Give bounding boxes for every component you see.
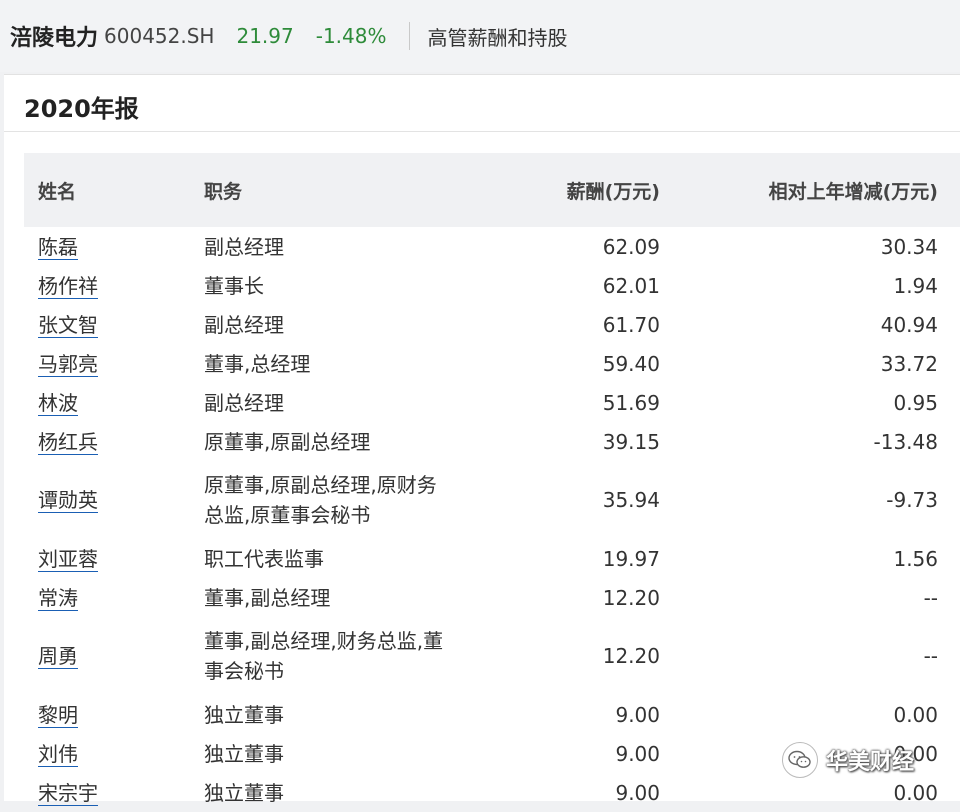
executive-pay-change: 30.34 [880, 234, 938, 259]
executive-name-link[interactable]: 杨红兵 [38, 429, 98, 455]
executive-pay: 39.15 [602, 429, 660, 454]
executive-name-link[interactable]: 谭勋英 [38, 488, 98, 513]
executive-position: 副总经理 [204, 234, 284, 259]
report-divider [4, 131, 960, 132]
table-row: 黎明 独立董事 9.00 0.00 [24, 695, 960, 734]
executive-name-link[interactable]: 杨作祥 [38, 273, 98, 299]
executive-name-link[interactable]: 张文智 [38, 312, 98, 338]
table-row: 陈磊 副总经理 62.09 30.34 [24, 227, 960, 266]
executive-pay: 62.09 [602, 234, 660, 259]
executive-name-link[interactable]: 马郭亮 [38, 351, 98, 377]
table-header-row: 姓名 职务 薪酬(万元) 相对上年增减(万元) [24, 153, 960, 227]
column-header-name: 姓名 [24, 153, 204, 227]
executive-pay: 61.70 [602, 312, 660, 337]
executive-position: 原董事,原副总经理,原财务总监,原董事会秘书 [204, 473, 437, 527]
table-row: 常涛 董事,副总经理 12.20 -- [24, 578, 960, 617]
table-row: 杨作祥 董事长 62.01 1.94 [24, 266, 960, 305]
executive-position: 董事,副总经理,财务总监,董事会秘书 [204, 629, 444, 683]
stock-code: 600452.SH [104, 24, 215, 48]
executive-pay-change: -13.48 [873, 429, 938, 454]
executive-pay-table: 姓名 职务 薪酬(万元) 相对上年增减(万元) 陈磊 副总经理 62.09 30… [24, 153, 960, 812]
report-panel: 2020年报 姓名 职务 薪酬(万元) 相对上年增减(万元) 陈磊 副总经理 6… [4, 74, 960, 806]
executive-pay-change: 0.00 [893, 702, 938, 727]
executive-pay: 59.40 [602, 351, 660, 376]
watermark-text: 华美财经 [826, 750, 915, 775]
executive-pay: 51.69 [602, 390, 660, 415]
executive-name-link[interactable]: 林波 [38, 390, 78, 416]
stock-price: 21.97 [236, 24, 294, 48]
executive-name-link[interactable]: 刘亚蓉 [38, 546, 98, 572]
column-header-position: 职务 [204, 153, 464, 227]
executive-position: 副总经理 [204, 312, 284, 337]
table-row: 谭勋英 原董事,原副总经理,原财务总监,原董事会秘书 35.94 -9.73 [24, 461, 960, 539]
executive-name-link[interactable]: 刘伟 [38, 741, 78, 767]
stock-header: 涪陵电力 600452.SH 21.97 -1.48% 高管薪酬和持股 [0, 0, 960, 72]
executive-pay: 12.20 [602, 644, 660, 668]
watermark: 华美财经 [782, 740, 960, 780]
table-row: 周勇 董事,副总经理,财务总监,董事会秘书 12.20 -- [24, 617, 960, 695]
table-row: 马郭亮 董事,总经理 59.40 33.72 [24, 344, 960, 383]
wechat-icon [782, 742, 818, 778]
table-row: 刘亚蓉 职工代表监事 19.97 1.56 [24, 539, 960, 578]
executive-pay-change: 1.94 [893, 273, 938, 298]
executive-pay-change: 1.56 [893, 546, 938, 571]
executive-name-link[interactable]: 宋宗宇 [38, 780, 98, 806]
executive-position: 独立董事 [204, 702, 284, 727]
executive-pay: 35.94 [602, 488, 660, 512]
column-header-pay: 薪酬(万元) [464, 153, 660, 227]
executive-name-link[interactable]: 周勇 [38, 644, 78, 669]
column-header-change: 相对上年增减(万元) [660, 153, 960, 227]
executive-name-link[interactable]: 常涛 [38, 585, 78, 611]
section-title: 高管薪酬和持股 [427, 25, 568, 50]
executive-position: 董事长 [204, 273, 264, 298]
executive-pay: 9.00 [615, 780, 660, 805]
executive-pay-change: -9.73 [886, 488, 938, 512]
executive-pay-change: 33.72 [880, 351, 938, 376]
table-row: 杨红兵 原董事,原副总经理 39.15 -13.48 [24, 422, 960, 461]
executive-pay: 9.00 [615, 702, 660, 727]
executive-position: 董事,总经理 [204, 351, 311, 376]
executive-pay: 62.01 [602, 273, 660, 298]
executive-position: 副总经理 [204, 390, 284, 415]
executive-position: 独立董事 [204, 741, 284, 766]
executive-pay-change: -- [923, 585, 938, 610]
executive-pay-change: 40.94 [880, 312, 938, 337]
executive-name-link[interactable]: 陈磊 [38, 234, 78, 260]
report-title: 2020年报 [24, 95, 139, 123]
header-divider [408, 22, 410, 50]
executive-position: 独立董事 [204, 780, 284, 805]
executive-pay: 19.97 [602, 546, 660, 571]
executive-name-link[interactable]: 黎明 [38, 702, 78, 728]
executive-pay: 9.00 [615, 741, 660, 766]
executive-position: 职工代表监事 [204, 546, 324, 571]
executive-position: 原董事,原副总经理 [204, 429, 371, 454]
stock-change: -1.48% [315, 24, 387, 48]
table-row: 林波 副总经理 51.69 0.95 [24, 383, 960, 422]
stock-name: 涪陵电力 [10, 26, 99, 51]
executive-pay-change: -- [923, 644, 938, 668]
executive-pay-change: 0.95 [893, 390, 938, 415]
executive-pay: 12.20 [602, 585, 660, 610]
table-row: 张文智 副总经理 61.70 40.94 [24, 305, 960, 344]
executive-position: 董事,副总经理 [204, 585, 331, 610]
